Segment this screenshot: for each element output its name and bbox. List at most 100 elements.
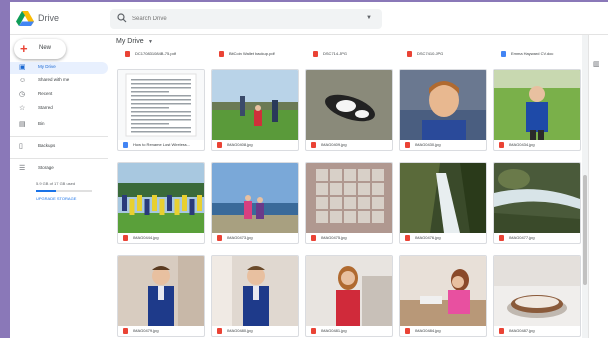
- girl-red-top-thumbnail[interactable]: [306, 256, 392, 326]
- image-file-icon: [405, 328, 410, 334]
- file-tile[interactable]: IMAG0475.jpg: [305, 162, 393, 244]
- search-bar[interactable]: ▼: [110, 9, 382, 29]
- tile-label: IMAG0487.jpg: [499, 328, 579, 336]
- file-name: IMAG0484.jpg: [415, 328, 441, 333]
- file-tile[interactable]: IMAG0481.jpg: [305, 255, 393, 337]
- sidebar-item-recent[interactable]: ◷ Recent: [10, 89, 108, 101]
- boy-blue-shirt-thumbnail[interactable]: [494, 70, 580, 140]
- doc-file-icon: [123, 142, 128, 148]
- sidebar-divider: [10, 136, 108, 137]
- drive-window: Drive ▼ + New ▣ My Drive ☺ Shared with m…: [10, 2, 608, 338]
- file-name: How to Rename Lost Wireless...: [133, 142, 191, 147]
- list-item[interactable]: DC170831084B-75.pdf: [125, 50, 209, 60]
- clock-icon: ◷: [19, 91, 26, 98]
- sidebar-divider: [10, 158, 108, 159]
- image-file-icon: [499, 142, 504, 148]
- trash-icon: ▤: [19, 121, 26, 128]
- sidebar-item-label: Bin: [38, 121, 45, 126]
- file-tile[interactable]: How to Rename Lost Wireless...: [117, 69, 205, 151]
- tile-label: IMAG0480.jpg: [217, 328, 297, 336]
- image-file-icon: [123, 328, 128, 334]
- search-input[interactable]: [132, 12, 352, 26]
- file-name: IMAG0481.jpg: [321, 328, 347, 333]
- file-tile[interactable]: IMAG0476.jpg: [399, 162, 487, 244]
- image-file-icon: [311, 235, 316, 241]
- girl-baking-thumbnail[interactable]: [400, 256, 486, 326]
- boy-uniform-thumbnail[interactable]: [118, 256, 204, 326]
- doc-file-icon: [501, 51, 506, 57]
- pdf-file-icon: [219, 51, 224, 57]
- sidebar-item-storage[interactable]: ☰ Storage: [10, 163, 108, 175]
- football-field-thumbnail[interactable]: [212, 70, 298, 140]
- tile-label: How to Rename Lost Wireless...: [123, 142, 203, 150]
- image-file-icon: [311, 142, 316, 148]
- image-file-icon: [405, 235, 410, 241]
- tile-label: IMAG0473.jpg: [217, 235, 297, 243]
- file-name: IMAG0480.jpg: [227, 328, 253, 333]
- file-name: DSC7410.JPG: [417, 51, 444, 56]
- file-name: IMAG0487.jpg: [509, 328, 535, 333]
- list-item[interactable]: DSC7410.JPG: [407, 50, 491, 60]
- file-tile[interactable]: IMAG0487.jpg: [493, 255, 581, 337]
- file-name: Emma Hayward CV.doc: [511, 51, 554, 56]
- list-item[interactable]: DSC714.JPG: [313, 50, 397, 60]
- file-tile[interactable]: IMAG0409.jpg: [305, 69, 393, 151]
- image-file-icon: [313, 51, 318, 57]
- file-name: IMAG0444.jpg: [133, 235, 159, 240]
- sidebar-item-backups[interactable]: ▯ Backups: [10, 141, 108, 153]
- sidebar-item-label: Shared with me: [38, 77, 70, 82]
- sidebar-item-label: Recent: [38, 91, 53, 96]
- breadcrumb[interactable]: My Drive: [116, 38, 144, 45]
- search-options-icon[interactable]: ▼: [366, 15, 372, 21]
- file-tile[interactable]: IMAG0434.jpg: [493, 69, 581, 151]
- tile-label: IMAG0484.jpg: [405, 328, 485, 336]
- cow-toy-thumbnail[interactable]: [306, 70, 392, 140]
- list-item[interactable]: BitCoin Wallet backup.pdf: [219, 50, 303, 60]
- sidebar-item-label: My Drive: [38, 64, 56, 69]
- chevron-down-icon[interactable]: ▼: [148, 39, 153, 45]
- file-tile[interactable]: IMAG0430.jpg: [399, 69, 487, 151]
- sidebar-item-shared[interactable]: ☺ Shared with me: [10, 75, 108, 87]
- boy-portrait-thumbnail[interactable]: [400, 70, 486, 140]
- file-tile[interactable]: IMAG0479.jpg: [117, 255, 205, 337]
- image-file-icon: [217, 328, 222, 334]
- sidebar-item-my-drive[interactable]: ▣ My Drive: [10, 62, 108, 74]
- list-item[interactable]: Emma Hayward CV.doc: [501, 50, 582, 60]
- document-thumbnail[interactable]: [118, 70, 204, 140]
- drive-logo-icon[interactable]: [16, 11, 34, 26]
- cake-thumbnail[interactable]: [494, 256, 580, 326]
- backup-icon: ▯: [19, 143, 23, 150]
- image-file-icon: [311, 328, 316, 334]
- my-drive-icon: ▣: [19, 64, 26, 71]
- storage-icon: ☰: [19, 165, 26, 172]
- new-button[interactable]: + New: [14, 39, 66, 59]
- team-photo-thumbnail[interactable]: [118, 163, 204, 233]
- boy-uniform-2-thumbnail[interactable]: [212, 256, 298, 326]
- sidebar-item-bin[interactable]: ▤ Bin: [10, 119, 108, 131]
- sidebar-item-label: Backups: [38, 143, 56, 148]
- details-icon[interactable]: ▥: [593, 60, 600, 68]
- upgrade-storage-link[interactable]: UPGRADE STORAGE: [36, 196, 76, 201]
- wall-tiles-thumbnail[interactable]: [306, 163, 392, 233]
- search-icon[interactable]: [117, 13, 127, 23]
- file-tile[interactable]: IMAG0444.jpg: [117, 162, 205, 244]
- girls-beach-thumbnail[interactable]: [212, 163, 298, 233]
- stream-thumbnail[interactable]: [494, 163, 580, 233]
- file-name: IMAG0479.jpg: [133, 328, 159, 333]
- sidebar-item-starred[interactable]: ☆ Starred: [10, 103, 108, 115]
- file-tile[interactable]: IMAG0408.jpg: [211, 69, 299, 151]
- file-tile[interactable]: IMAG0477.jpg: [493, 162, 581, 244]
- file-tile[interactable]: IMAG0484.jpg: [399, 255, 487, 337]
- file-name: DSC714.JPG: [323, 51, 348, 56]
- tile-label: IMAG0430.jpg: [405, 142, 485, 150]
- waterfall-thumbnail[interactable]: [400, 163, 486, 233]
- file-name: IMAG0430.jpg: [415, 142, 441, 147]
- file-name: DC170831084B-75.pdf: [135, 51, 176, 56]
- new-button-label: New: [39, 45, 52, 51]
- tile-label: IMAG0476.jpg: [405, 235, 485, 243]
- tile-label: IMAG0434.jpg: [499, 142, 579, 150]
- file-tile[interactable]: IMAG0473.jpg: [211, 162, 299, 244]
- file-tile[interactable]: IMAG0480.jpg: [211, 255, 299, 337]
- file-name: IMAG0476.jpg: [415, 235, 441, 240]
- scrollbar-thumb[interactable]: [583, 175, 587, 285]
